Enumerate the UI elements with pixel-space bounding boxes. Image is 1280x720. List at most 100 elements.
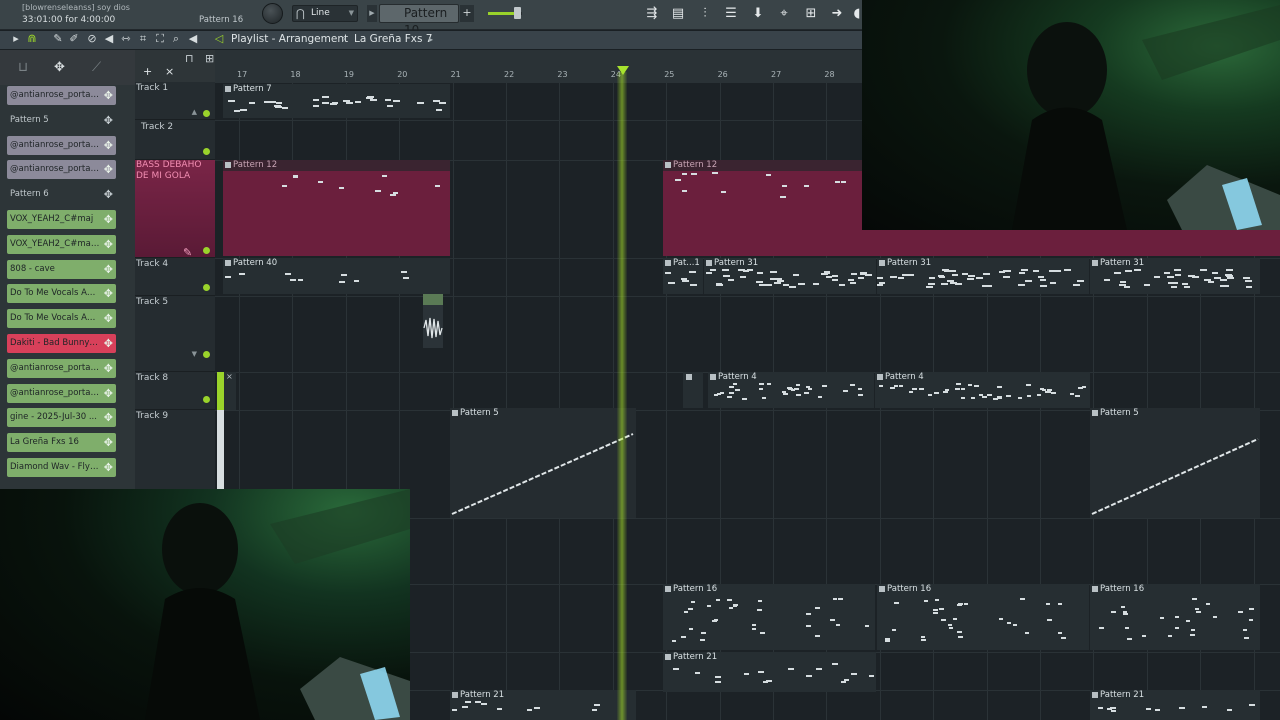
title-arrow[interactable]: ▸	[429, 35, 433, 44]
pattern-selector[interactable]: Pattern 10	[379, 4, 459, 37]
delete-tool-icon[interactable]: ⊘	[85, 32, 99, 45]
master-pitch-knob[interactable]	[262, 3, 283, 24]
track-mute-toggle[interactable]	[203, 351, 210, 358]
add-pattern-button[interactable]: +	[460, 5, 474, 22]
track-header[interactable]: BASS DEBAHO DE MI GOLA ✎	[135, 160, 215, 259]
remove-track-icon[interactable]: ×	[165, 65, 174, 78]
slice-tool-icon[interactable]: ⌗	[136, 32, 150, 46]
picker-item[interactable]: VOX_YEAH2_C#maj #2 ✥	[7, 234, 116, 254]
drag-icon[interactable]: ✥	[104, 111, 113, 130]
drag-icon[interactable]: ✥	[104, 334, 113, 353]
pattern-clip[interactable]: Pattern 4	[875, 372, 1090, 408]
channel-rack-icon[interactable]: ☰	[720, 4, 742, 24]
pattern-clip-small[interactable]	[683, 372, 703, 408]
automation-clip[interactable]: Pattern 5	[1090, 408, 1260, 518]
paint-tool-icon[interactable]: ✐	[67, 32, 81, 45]
track-mute-toggle[interactable]	[203, 396, 210, 403]
drag-icon[interactable]: ✥	[104, 408, 113, 427]
picker-item[interactable]: Diamond Wav - Fly G... ✥	[7, 458, 116, 477]
picker-patterns-icon[interactable]: ⊔	[18, 60, 28, 75]
drag-icon[interactable]: ✥	[104, 185, 113, 204]
mixer-icon[interactable]: ⫶	[694, 4, 716, 24]
pattern-clip[interactable]: Pattern 4	[708, 372, 874, 408]
pattern-clip[interactable]: Pat...1	[663, 258, 703, 294]
picker-item[interactable]: Dakiti - Bad Bunny X... ✥	[7, 334, 116, 353]
track-header[interactable]: Track 8	[135, 372, 215, 410]
drag-icon[interactable]: ✥	[104, 86, 113, 105]
drag-icon[interactable]: ✥	[104, 433, 113, 452]
playhead-line[interactable]	[617, 72, 627, 720]
picker-item[interactable]: @antianrose_portal... ✥	[7, 135, 116, 155]
timeline-ruler[interactable]: 17 18 19 20 21 22 23 24 25 26 27 28	[215, 50, 1060, 110]
picker-item[interactable]: Do To Me Vocals Am... ✥	[7, 309, 116, 329]
zoom-tool-icon[interactable]: ⌕	[169, 32, 183, 46]
drag-icon[interactable]: ✥	[104, 309, 113, 328]
snap-selector[interactable]: ⋂ Line ▼	[292, 5, 358, 22]
browser-icon[interactable]: ⌖	[773, 4, 795, 24]
master-volume-thumb[interactable]	[514, 7, 521, 19]
plugin-picker-icon[interactable]: ⬇	[747, 4, 769, 24]
picker-item[interactable]: Pattern 5 ✥	[7, 111, 116, 130]
pattern-clip[interactable]: Pattern 12	[223, 160, 450, 256]
picker-item[interactable]: 808 - cave ✥	[7, 259, 116, 279]
pattern-clip[interactable]: Pattern 31	[704, 258, 876, 294]
pattern-clip[interactable]: Pattern 16	[663, 584, 875, 650]
next-window-icon[interactable]: ➜	[826, 4, 848, 24]
magnet-snap-icon[interactable]: ⋒	[25, 32, 39, 45]
pattern-prev-button[interactable]: ▶	[367, 5, 377, 22]
grid-icon[interactable]: ⊞	[205, 52, 214, 65]
pattern-clip[interactable]: Pattern 31	[877, 258, 1089, 294]
track-header[interactable]: Track 2	[135, 120, 215, 160]
audio-clip[interactable]	[423, 294, 443, 348]
picker-item[interactable]: @antianrose_portal... ✥	[7, 383, 116, 403]
slip-tool-icon[interactable]: ⇿	[119, 32, 133, 45]
mute-tool-icon[interactable]: ◀	[102, 32, 116, 45]
pattern-clip[interactable]: Pattern 7	[223, 84, 450, 118]
picker-item[interactable]: Pattern 6 ✥	[7, 185, 116, 204]
pattern-clip[interactable]: Pattern 21	[1090, 690, 1260, 720]
track-header[interactable]: Track 4	[135, 258, 215, 296]
drag-icon[interactable]: ✥	[104, 384, 113, 403]
current-pattern-title[interactable]: La Greña Fxs 7	[354, 33, 432, 45]
track-mute-toggle[interactable]	[203, 148, 210, 155]
pattern-clip[interactable]: Pattern 21	[663, 652, 876, 692]
automation-clip[interactable]: Pattern 5	[450, 408, 636, 518]
drag-icon[interactable]: ✥	[104, 359, 113, 378]
playback-tool-icon[interactable]: ◀	[186, 32, 200, 45]
drag-icon[interactable]: ✥	[104, 235, 113, 254]
drag-icon[interactable]: ✥	[104, 136, 113, 155]
picker-item[interactable]: @antianrose_portal... ✥	[7, 358, 116, 378]
picker-item[interactable]: VOX_YEAH2_C#maj ✥	[7, 210, 116, 229]
picker-brush-icon[interactable]: ⟋	[92, 60, 101, 75]
playhead-marker[interactable]	[617, 66, 629, 75]
drag-icon[interactable]: ✥	[104, 260, 113, 279]
play-arrangement-icon[interactable]: ◁	[212, 32, 226, 45]
track-mute-toggle[interactable]	[203, 247, 210, 254]
menu-arrow-icon[interactable]: ▸	[9, 32, 23, 45]
piano-roll-icon[interactable]: ▤	[667, 4, 689, 24]
expand-icon[interactable]: ▼	[192, 350, 197, 358]
drag-icon[interactable]: ✥	[104, 458, 113, 477]
drag-icon[interactable]: ✥	[104, 210, 113, 229]
collapse-icon[interactable]: ▲	[192, 108, 197, 116]
select-tool-icon[interactable]: ⛶	[153, 32, 167, 46]
pattern-clip[interactable]: Pattern 31	[1090, 258, 1260, 294]
track-header[interactable]: Track 5 ▼	[135, 296, 215, 372]
add-track-icon[interactable]: +	[143, 65, 152, 78]
picker-item[interactable]: gine - 2025-Jul-30 ... ✥	[7, 408, 116, 428]
track-mute-toggle[interactable]	[203, 284, 210, 291]
draw-tool-icon[interactable]: ✎	[51, 32, 65, 45]
track-header[interactable]: Track 9	[135, 410, 215, 490]
project-tree-icon[interactable]: ⊞	[800, 4, 822, 24]
lock-icon[interactable]: ⊓	[185, 52, 194, 65]
drag-icon[interactable]: ✥	[104, 160, 113, 179]
pattern-clip[interactable]: Pattern 16	[1090, 584, 1260, 650]
drag-icon[interactable]: ✥	[104, 284, 113, 303]
pattern-clip[interactable]: Pattern 40	[223, 258, 450, 294]
record-icon[interactable]: ◖	[852, 4, 862, 24]
picker-item[interactable]: @antianrose_portal... ✥	[7, 86, 116, 105]
pattern-clip[interactable]: Pattern 21	[450, 690, 636, 720]
track-header[interactable]: Track 1 ▲	[135, 82, 215, 120]
picker-item[interactable]: Do To Me Vocals Am... ✥	[7, 284, 116, 304]
picker-item[interactable]: @antianrose_portal... ✥	[7, 160, 116, 180]
